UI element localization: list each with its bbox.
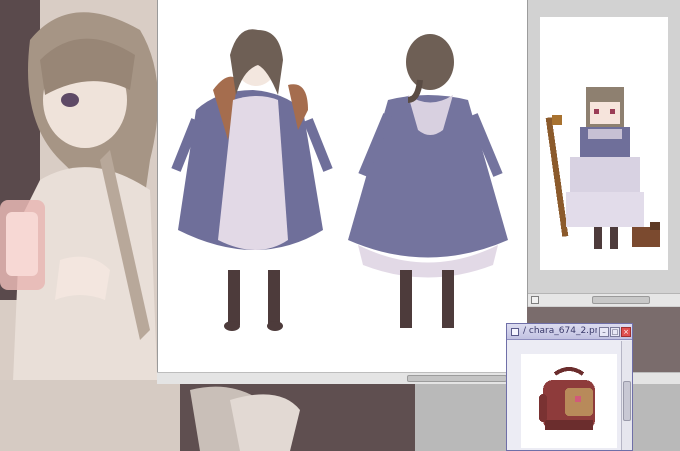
background-dark-panel — [0, 380, 415, 451]
pixel-preview-window[interactable] — [527, 0, 680, 307]
pixel-preview-scroll-thumb[interactable] — [592, 296, 650, 304]
small-window-scroll-thumb[interactable] — [623, 381, 631, 421]
small-window-vertical-scrollbar[interactable] — [621, 341, 632, 450]
image-window-chara[interactable]: / chara_674_2.png (33... – □ × — [506, 323, 633, 451]
window-title-bar[interactable]: / chara_674_2.png (33... – □ × — [507, 324, 632, 340]
back-view-figure — [348, 34, 508, 328]
maximize-icon[interactable]: □ — [610, 327, 620, 337]
minimize-icon[interactable]: – — [599, 327, 609, 337]
backpack-sprite — [539, 367, 595, 430]
canvas-scroll-thumb[interactable] — [407, 375, 507, 382]
window-title-text: / chara_674_2.png (33... — [523, 326, 597, 336]
backpack-sprite-canvas[interactable] — [521, 354, 617, 448]
main-canvas-window[interactable] — [157, 0, 527, 383]
resize-corner-icon[interactable] — [531, 296, 539, 304]
pixel-sprite — [545, 87, 660, 249]
front-view-figure — [171, 29, 333, 331]
window-status-icon[interactable] — [511, 328, 519, 336]
pixel-sprite-canvas[interactable] — [540, 17, 668, 270]
sketch-fragment — [0, 380, 300, 451]
close-icon[interactable]: × — [621, 327, 631, 337]
character-sheet-canvas[interactable] — [158, 0, 528, 383]
pixel-preview-horizontal-scrollbar[interactable] — [528, 293, 680, 306]
